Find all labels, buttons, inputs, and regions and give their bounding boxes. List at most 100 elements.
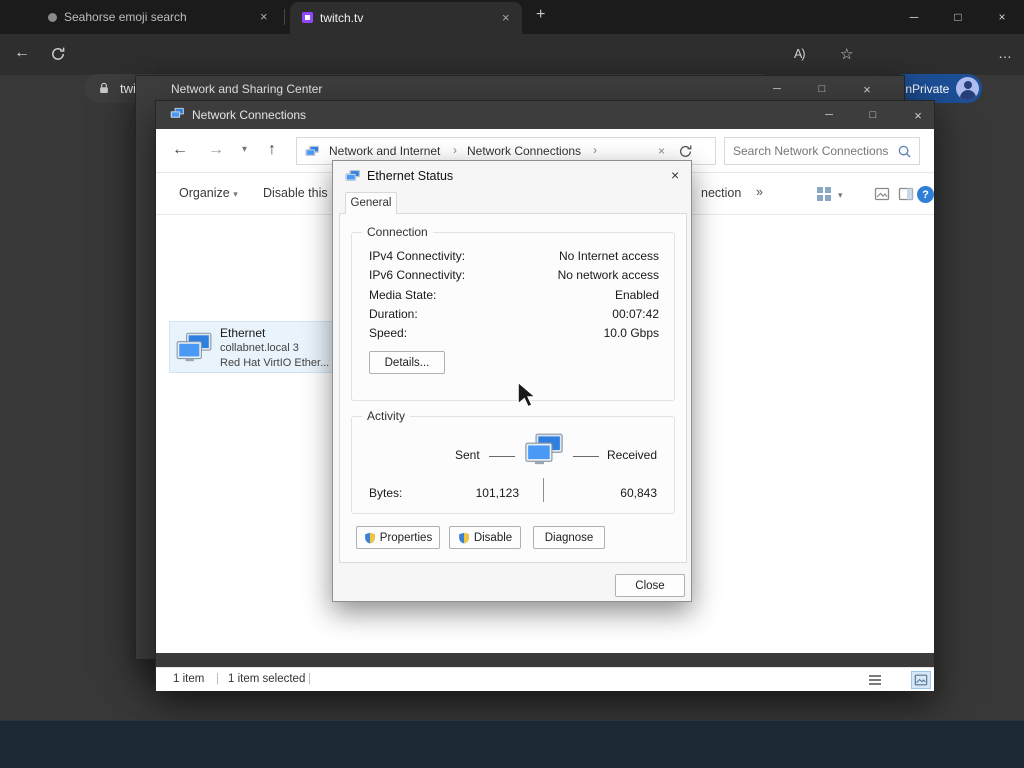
row-value: 10.0 Gbps	[603, 326, 659, 340]
explorer-search-box[interactable]	[724, 137, 920, 165]
dialog-close-icon[interactable]: ×	[671, 167, 679, 183]
read-aloud-icon[interactable]: A)	[794, 47, 805, 61]
ipv6-row: IPv6 Connectivity: No network access	[369, 268, 659, 282]
browser-menu-icon[interactable]: …	[998, 45, 1012, 61]
connection-command-fragment[interactable]: nection	[701, 186, 741, 200]
nc-status-bar: 1 item | 1 item selected |	[156, 667, 934, 691]
tab-close-icon[interactable]: ×	[502, 10, 510, 25]
nsc-titlebar[interactable]: Network and Sharing Center ─ □ ×	[136, 76, 904, 102]
row-value: No Internet access	[558, 249, 659, 263]
dialog-titlebar[interactable]: Ethernet Status ×	[333, 161, 691, 191]
browser-window-controls: ─ □ ×	[892, 0, 1024, 34]
close-button[interactable]: ×	[980, 0, 1024, 34]
refresh-icon[interactable]	[50, 46, 66, 67]
ethernet-status-icon	[345, 169, 361, 188]
disable-connection-button[interactable]: Disable this	[263, 186, 328, 200]
caret-down-icon: ▾	[233, 189, 238, 199]
sent-connector-line	[489, 456, 515, 457]
row-label: IPv4 Connectivity:	[369, 249, 466, 263]
sent-bytes-value: 101,123	[475, 486, 519, 500]
back-icon[interactable]: ←	[172, 141, 188, 159]
diagnose-button[interactable]: Diagnose	[533, 526, 605, 549]
bytes-divider	[543, 478, 544, 502]
help-icon[interactable]: ?	[917, 186, 934, 203]
maximize-button[interactable]: □	[856, 101, 890, 129]
minimize-button[interactable]: ─	[812, 101, 846, 129]
tab-title: Seahorse emoji search	[64, 10, 187, 24]
received-connector-line	[573, 456, 599, 457]
taskbar: Search 7:40 PM 11/2/2025	[0, 720, 1024, 768]
row-label: Media State:	[369, 288, 437, 302]
connection-group-label: Connection	[362, 225, 433, 239]
tab-favicon-icon	[48, 13, 57, 22]
favorites-star-icon[interactable]: ☆	[840, 45, 853, 63]
selected-count: 1 item selected	[228, 673, 306, 685]
bytes-label: Bytes:	[369, 486, 403, 500]
mouse-cursor	[517, 380, 538, 413]
details-view-toggle-icon[interactable]	[867, 672, 883, 693]
minimize-button[interactable]: ─	[892, 0, 936, 34]
details-button[interactable]: Details...	[369, 351, 445, 374]
browser-tab-bar: Seahorse emoji search × twitch.tv × + ─ …	[0, 0, 1024, 34]
properties-button[interactable]: Properties	[356, 526, 440, 549]
row-value: 00:07:42	[612, 307, 659, 321]
ethernet-connection-item[interactable]: Ethernet collabnet.local 3 Red Hat VirtI…	[169, 321, 341, 373]
close-button[interactable]: ×	[901, 101, 935, 129]
tab-close-icon[interactable]: ×	[260, 9, 268, 24]
nc-titlebar[interactable]: Network Connections ─ □ ×	[156, 101, 934, 129]
back-icon[interactable]: ←	[14, 44, 30, 62]
media-state-row: Media State: Enabled	[369, 288, 659, 302]
profile-avatar[interactable]	[956, 77, 979, 100]
dialog-title: Ethernet Status	[367, 169, 454, 183]
close-dialog-button[interactable]: Close	[615, 574, 685, 597]
new-tab-button[interactable]: +	[536, 6, 545, 24]
duration-row: Duration: 00:07:42	[369, 307, 659, 321]
received-bytes-value: 60,843	[620, 486, 657, 500]
maximize-button[interactable]: □	[805, 76, 839, 102]
window-bottom-band	[156, 653, 934, 667]
breadcrumb-network-and-internet[interactable]: Network and Internet	[329, 144, 440, 158]
tab-title: twitch.tv	[320, 11, 364, 25]
uac-shield-icon	[458, 532, 469, 543]
address-clear-icon[interactable]: ×	[658, 144, 665, 158]
breadcrumb-separator-icon: ›	[453, 143, 457, 157]
twitch-favicon-icon	[302, 12, 313, 23]
received-label: Received	[607, 448, 658, 462]
item-count: 1 item	[173, 673, 205, 685]
disable-button[interactable]: Disable	[449, 526, 521, 549]
preview-pane-icon[interactable]	[898, 186, 914, 207]
change-view-icon[interactable]	[816, 186, 832, 207]
breadcrumb-location-icon	[305, 145, 320, 161]
large-icons-view-icon[interactable]	[874, 186, 890, 207]
tab-seahorse[interactable]: Seahorse emoji search ×	[36, 0, 282, 34]
more-commands-chevron-icon[interactable]: »	[756, 185, 763, 199]
ethernet-status-dialog: Ethernet Status × General Connection IPv…	[332, 160, 692, 602]
sent-label: Sent	[455, 448, 480, 462]
connection-device: Red Hat VirtIO Ether...	[220, 357, 330, 369]
breadcrumb-network-connections[interactable]: Network Connections	[467, 144, 581, 158]
close-button[interactable]: ×	[850, 76, 884, 102]
search-input[interactable]	[725, 138, 919, 164]
status-divider: |	[308, 673, 311, 685]
minimize-button[interactable]: ─	[760, 76, 794, 102]
up-icon[interactable]: ↑	[268, 141, 276, 159]
large-icons-view-toggle-icon[interactable]	[911, 671, 931, 689]
status-divider: |	[216, 673, 219, 685]
screen: Seahorse emoji search × twitch.tv × + ─ …	[0, 0, 1024, 768]
view-caret-icon[interactable]: ▾	[838, 190, 843, 201]
recent-locations-icon[interactable]: ▾	[242, 144, 247, 155]
activity-computers-icon	[523, 433, 565, 472]
tab-divider	[284, 9, 285, 25]
tab-general[interactable]: General	[345, 192, 397, 214]
ethernet-adapter-icon	[175, 332, 213, 369]
connection-name: Ethernet	[220, 326, 266, 340]
forward-icon[interactable]: →	[208, 141, 224, 159]
ipv4-row: IPv4 Connectivity: No Internet access	[369, 249, 659, 263]
lock-icon	[97, 81, 111, 98]
organize-button[interactable]: Organize ▾	[179, 186, 238, 200]
activity-group-label: Activity	[362, 409, 411, 423]
maximize-button[interactable]: □	[936, 0, 980, 34]
connection-network: collabnet.local 3	[220, 342, 299, 354]
tab-twitch[interactable]: twitch.tv ×	[290, 2, 522, 34]
network-connections-icon	[170, 107, 185, 123]
